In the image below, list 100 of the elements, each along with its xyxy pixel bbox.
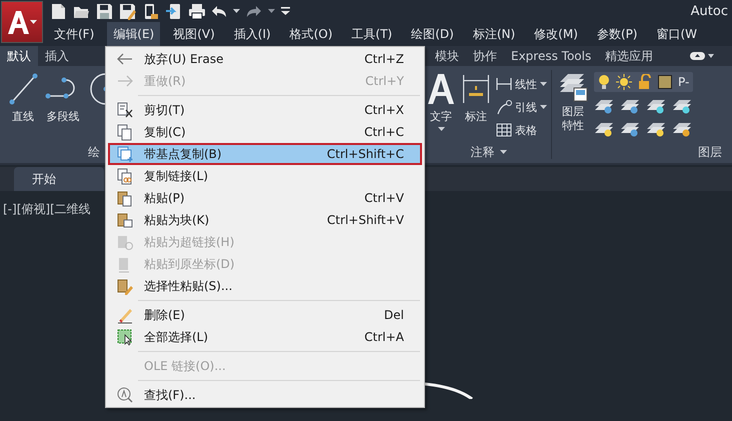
menu-item[interactable]: 复制(C) Ctrl+C [108, 121, 422, 143]
padlock-icon [638, 74, 652, 90]
paste-special-icon [116, 278, 134, 294]
shortcut-label: Ctrl+Y [365, 74, 404, 88]
ribbon-tool-button[interactable]: 文字 [428, 72, 454, 141]
ribbon-tab[interactable]: 默认 [0, 46, 38, 66]
ribbon-tool-button[interactable]: 直线 [8, 72, 38, 141]
ribbon-tool-button[interactable]: 多段线 [44, 72, 82, 141]
save-as-icon[interactable] [119, 2, 136, 20]
line-icon [8, 72, 38, 106]
menu-item-label: 全部选择(L) [143, 328, 210, 346]
layer-tool-icon[interactable] [620, 98, 640, 114]
document-tab[interactable]: 开始 [14, 167, 104, 191]
menu-item-label: 选择性粘贴(S)... [143, 278, 234, 294]
menu-item[interactable]: 选择性粘贴(S)... [108, 275, 422, 297]
panel-title-button[interactable]: 注释 [426, 141, 551, 163]
customize-toolbar-icon[interactable] [281, 7, 290, 15]
print-icon[interactable] [188, 2, 205, 20]
panel-title[interactable]: 绘 [88, 144, 100, 160]
menu-bar-item[interactable]: 绘图(D) [405, 22, 460, 46]
menu-bar-item[interactable]: 格式(O) [284, 22, 339, 46]
shortcut-label: Ctrl+X [364, 103, 404, 117]
ribbon-tool-button[interactable]: 图层特性 [558, 72, 588, 141]
menu-bar-item[interactable]: 编辑(E) [107, 22, 160, 46]
menu-bar-item[interactable]: 工具(T) [346, 22, 398, 46]
select-all-icon [116, 328, 134, 346]
menu-item[interactable]: 带基点复制(B) Ctrl+Shift+C [108, 143, 422, 165]
menu-bar-item[interactable]: 标注(N) [466, 22, 522, 46]
copy-link-icon [116, 168, 134, 184]
undo-icon[interactable] [211, 4, 227, 18]
mobile-device-icon[interactable] [142, 2, 159, 20]
ribbon-tool-button[interactable]: 表格 [496, 122, 547, 138]
menu-item-label: OLE 链接(O)... [143, 358, 227, 374]
menu-item-label: 查找(F)... [143, 386, 197, 404]
redo-icon[interactable] [246, 4, 262, 18]
color-swatch-icon [658, 75, 672, 89]
shortcut-label: Ctrl+Z [364, 52, 404, 66]
copy-icon [116, 124, 134, 140]
menu-item[interactable]: 放弃(U) Erase Ctrl+Z [108, 48, 422, 70]
ribbon-tab[interactable]: 协作 [466, 46, 504, 66]
ribbon-toggle-icon[interactable] [690, 51, 714, 61]
menu-item[interactable]: 粘贴(P) Ctrl+V [108, 187, 422, 209]
layer-tool-icon[interactable] [646, 98, 666, 114]
light-bulb-icon [598, 74, 610, 90]
new-file-icon[interactable] [50, 2, 67, 20]
caret-icon [30, 20, 37, 24]
ribbon-tool-button[interactable]: 标注 [461, 72, 491, 141]
layer-tool-icon[interactable] [594, 98, 614, 114]
application-menu-button[interactable] [1, 1, 43, 43]
ribbon-tool-button[interactable]: 线性 [496, 76, 547, 92]
ribbon-tool-button[interactable]: 引线 [496, 99, 547, 115]
shortcut-label: Ctrl+C [364, 125, 404, 139]
layer-tool-icon[interactable] [594, 121, 614, 137]
app-title: Autoc [690, 4, 729, 18]
layer-tool-icon[interactable] [620, 121, 640, 137]
large-letter-icon [428, 72, 454, 106]
menu-item-label: 删除(E) [143, 306, 186, 324]
ribbon-tab[interactable]: Express Tools [504, 46, 598, 66]
panel-title[interactable]: 图层 [698, 144, 722, 160]
menu-item[interactable]: 全部选择(L) Ctrl+A [108, 326, 422, 348]
import-icon[interactable] [165, 2, 182, 20]
sun-icon [616, 74, 632, 90]
menu-item-label: 剪切(T) [143, 102, 186, 118]
menu-bar-item[interactable]: 参数(P) [590, 22, 644, 46]
menu-item[interactable]: 粘贴为块(K) Ctrl+Shift+V [108, 209, 422, 231]
ribbon-tab[interactable]: 模块 [428, 46, 466, 66]
menu-bar-item[interactable]: 视图(V) [167, 22, 221, 46]
shortcut-label: Ctrl+Shift+C [326, 147, 404, 161]
menu-bar-item[interactable]: 文件(F) [48, 22, 100, 46]
viewport-controls-label[interactable]: [-][俯视][二维线 [3, 201, 91, 218]
ribbon-tab[interactable]: 插入 [38, 46, 76, 66]
menu-bar-item[interactable]: 修改(M) [528, 22, 584, 46]
menu-item-label: 粘贴到原坐标(D) [143, 256, 236, 272]
layer-tool-icon[interactable] [672, 98, 692, 114]
shortcut-label: Del [384, 308, 404, 322]
menu-item-label: 粘贴为超链接(H) [143, 234, 236, 250]
menu-item[interactable]: 查找(F)... [108, 384, 422, 406]
menu-item[interactable]: 删除(E) Del [108, 304, 422, 326]
save-icon[interactable] [96, 2, 113, 20]
menu-item-label: 带基点复制(B) [143, 146, 223, 162]
menu-item-label: 粘贴(P) [143, 190, 186, 206]
ribbon-tab[interactable]: 精选应用 [598, 46, 660, 66]
find-icon [116, 386, 134, 404]
menu-item-label: 粘贴为块(K) [143, 212, 210, 228]
eraser-icon [116, 306, 134, 324]
leader-icon [496, 99, 512, 115]
menu-item[interactable]: 剪切(T) Ctrl+X [108, 99, 422, 121]
logo-icon [7, 10, 29, 34]
menu-item-label: 复制(C) [143, 124, 187, 140]
table-icon [496, 122, 512, 138]
layer-dropdown[interactable]: P- [594, 72, 694, 92]
layer-tool-icon[interactable] [672, 121, 692, 137]
menu-item-label: 复制链接(L) [143, 168, 210, 184]
caret-icon [233, 9, 240, 13]
shortcut-label: Ctrl+V [364, 191, 404, 205]
menu-bar-item[interactable]: 插入(I) [228, 22, 277, 46]
menu-item[interactable]: 复制链接(L) [108, 165, 422, 187]
layer-tool-icon[interactable] [646, 121, 666, 137]
menu-bar-item[interactable]: 窗口(W [650, 22, 698, 46]
copy-base-point-icon [116, 146, 134, 162]
